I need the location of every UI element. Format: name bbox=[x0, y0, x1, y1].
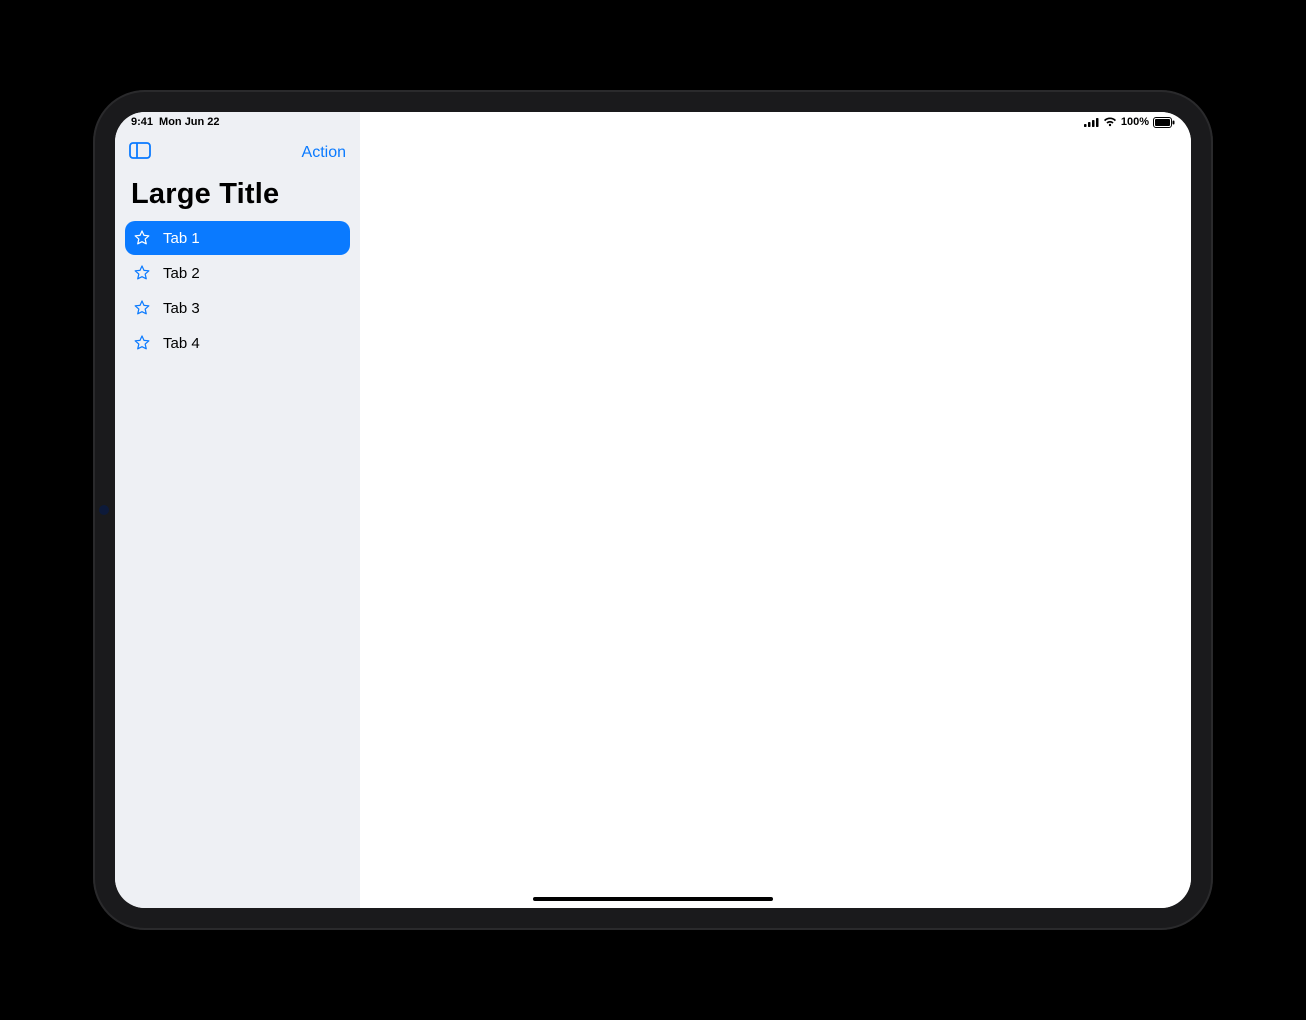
sidebar-item-label: Tab 1 bbox=[163, 230, 200, 247]
sidebar-item-tab-3[interactable]: Tab 3 bbox=[125, 291, 350, 325]
sidebar-item-label: Tab 2 bbox=[163, 265, 200, 282]
screen: 9:41 Mon Jun 22 bbox=[115, 112, 1191, 908]
star-icon bbox=[133, 334, 151, 352]
sidebar-item-tab-1[interactable]: Tab 1 bbox=[125, 221, 350, 255]
large-title: Large Title bbox=[115, 170, 360, 221]
sidebar-nav-row: Action bbox=[115, 134, 360, 170]
sidebar-tab-list: Tab 1 Tab 2 bbox=[115, 221, 360, 360]
sidebar-icon bbox=[129, 142, 151, 164]
star-icon bbox=[133, 229, 151, 247]
sidebar-item-label: Tab 3 bbox=[163, 300, 200, 317]
sidebar-item-label: Tab 4 bbox=[163, 335, 200, 352]
star-icon bbox=[133, 299, 151, 317]
sidebar-item-tab-2[interactable]: Tab 2 bbox=[125, 256, 350, 290]
sidebar: Action Large Title Tab 1 bbox=[115, 112, 360, 908]
star-icon bbox=[133, 264, 151, 282]
sidebar-item-tab-4[interactable]: Tab 4 bbox=[125, 326, 350, 360]
detail-pane bbox=[360, 112, 1191, 908]
action-button[interactable]: Action bbox=[302, 144, 346, 162]
sidebar-toggle-button[interactable] bbox=[129, 142, 151, 164]
home-indicator[interactable] bbox=[533, 897, 773, 901]
front-camera bbox=[99, 505, 109, 515]
ipad-frame: 9:41 Mon Jun 22 bbox=[93, 90, 1213, 930]
